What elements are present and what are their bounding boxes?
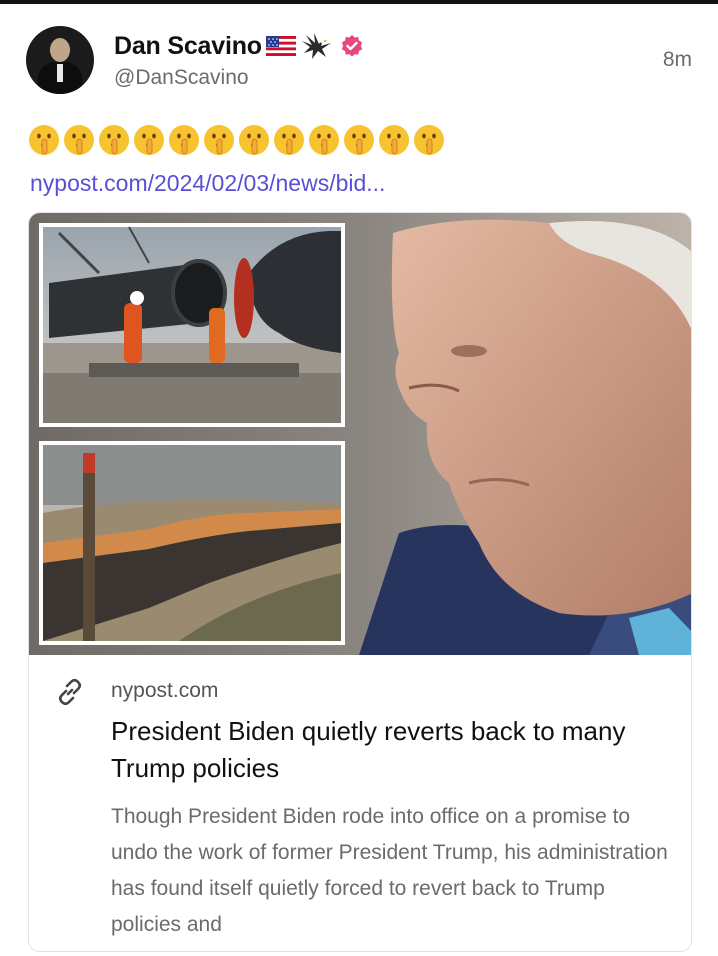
eagle-icon — [301, 33, 331, 59]
shushing-face-emoji — [64, 125, 94, 155]
author-name-row: Dan Scavino — [114, 30, 364, 62]
us-flag-icon — [265, 36, 296, 56]
shushing-face-emoji — [134, 125, 164, 155]
author-handle[interactable]: @DanScavino — [114, 66, 249, 90]
shushing-face-emoji — [204, 125, 234, 155]
link-domain: nypost.com — [111, 679, 219, 702]
top-border — [0, 0, 718, 4]
link-preview-card[interactable]: nypost.com President Biden quietly rever… — [28, 212, 692, 952]
link-description: Though President Biden rode into office … — [111, 805, 668, 936]
shushing-face-emoji — [309, 125, 339, 155]
emoji-row — [28, 124, 445, 156]
post-link[interactable]: nypost.com/2024/02/03/news/bid... — [30, 170, 385, 197]
shushing-face-emoji — [274, 125, 304, 155]
verified-badge-icon — [341, 35, 363, 57]
link-icon — [58, 678, 82, 706]
shushing-face-emoji — [414, 125, 444, 155]
shushing-face-emoji — [239, 125, 269, 155]
shushing-face-emoji — [344, 125, 374, 155]
shushing-face-emoji — [29, 125, 59, 155]
shushing-face-emoji — [99, 125, 129, 155]
post-timestamp: 8m — [662, 48, 692, 71]
shushing-face-emoji — [379, 125, 409, 155]
avatar-shirt — [57, 64, 63, 82]
avatar[interactable] — [26, 26, 94, 94]
link-preview-image[interactable] — [29, 213, 691, 655]
avatar-head — [50, 38, 70, 62]
link-preview-meta: nypost.com President Biden quietly rever… — [29, 655, 691, 951]
author-name[interactable]: Dan Scavino — [114, 32, 262, 61]
shushing-face-emoji — [169, 125, 199, 155]
link-headline[interactable]: President Biden quietly reverts back to … — [111, 713, 671, 787]
